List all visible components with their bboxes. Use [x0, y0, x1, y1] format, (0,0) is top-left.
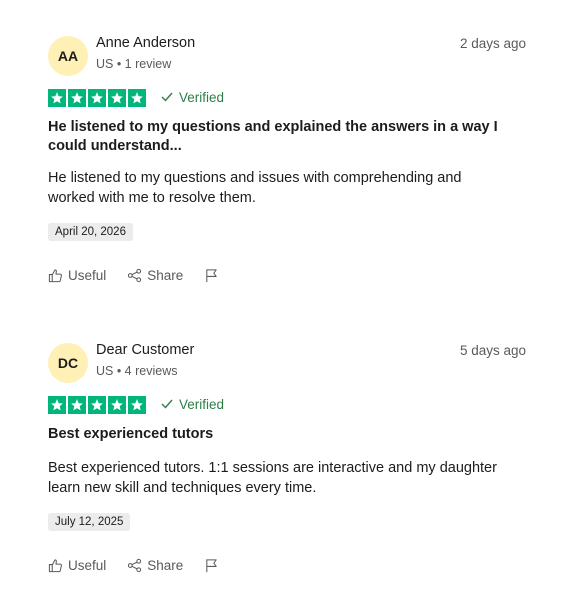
- reviewer-name[interactable]: Dear Customer: [96, 342, 194, 358]
- useful-label: Useful: [68, 558, 107, 573]
- verified-badge[interactable]: Verified: [161, 90, 224, 105]
- verified-badge[interactable]: Verified: [161, 397, 224, 412]
- share-label: Share: [147, 558, 184, 573]
- review-actions: Useful Share: [48, 268, 240, 283]
- review-body: He listened to my questions and issues w…: [48, 170, 462, 206]
- experience-date: April 20, 2026: [48, 223, 133, 241]
- share-button[interactable]: Share: [127, 268, 183, 283]
- reviewer-name[interactable]: Anne Anderson: [96, 35, 195, 51]
- verified-label: Verified: [179, 90, 225, 105]
- check-icon: [161, 397, 173, 412]
- useful-button[interactable]: Useful: [48, 558, 106, 573]
- thumbs-up-icon: [48, 558, 63, 573]
- share-label: Share: [147, 268, 184, 283]
- review-date: 2 days ago: [459, 36, 526, 51]
- share-button[interactable]: Share: [127, 558, 183, 573]
- useful-button[interactable]: Useful: [48, 268, 106, 283]
- star-icon: [108, 396, 126, 414]
- flag-icon: [204, 268, 219, 283]
- reviewer-meta: US • 1 review: [96, 57, 172, 71]
- share-icon: [127, 268, 142, 283]
- star-icon: [48, 396, 66, 414]
- reviewer-meta: US • 4 reviews: [96, 364, 178, 378]
- check-icon: [161, 90, 173, 105]
- flag-icon: [204, 558, 219, 573]
- star-icon: [48, 89, 66, 107]
- review-title[interactable]: He listened to my questions and explaine…: [48, 118, 508, 156]
- useful-label: Useful: [68, 268, 107, 283]
- report-button[interactable]: [204, 558, 219, 573]
- star-icon: [68, 89, 86, 107]
- review-date: 5 days ago: [459, 343, 526, 358]
- star-icon: [88, 89, 106, 107]
- review-actions: Useful Share: [48, 558, 240, 573]
- star-icon: [88, 396, 106, 414]
- thumbs-up-icon: [48, 268, 63, 283]
- star-icon: [128, 396, 146, 414]
- verified-label: Verified: [179, 397, 225, 412]
- share-icon: [127, 558, 142, 573]
- avatar[interactable]: DC: [48, 343, 88, 383]
- report-button[interactable]: [204, 268, 219, 283]
- experience-date: July 12, 2025: [48, 513, 131, 531]
- star-rating: [48, 89, 146, 107]
- review-title[interactable]: Best experienced tutors: [48, 425, 508, 444]
- review-body: Best experienced tutors. 1:1 sessions ar…: [48, 460, 497, 496]
- avatar[interactable]: AA: [48, 36, 88, 76]
- star-rating: [48, 396, 146, 414]
- star-icon: [108, 89, 126, 107]
- star-icon: [68, 396, 86, 414]
- star-icon: [128, 89, 146, 107]
